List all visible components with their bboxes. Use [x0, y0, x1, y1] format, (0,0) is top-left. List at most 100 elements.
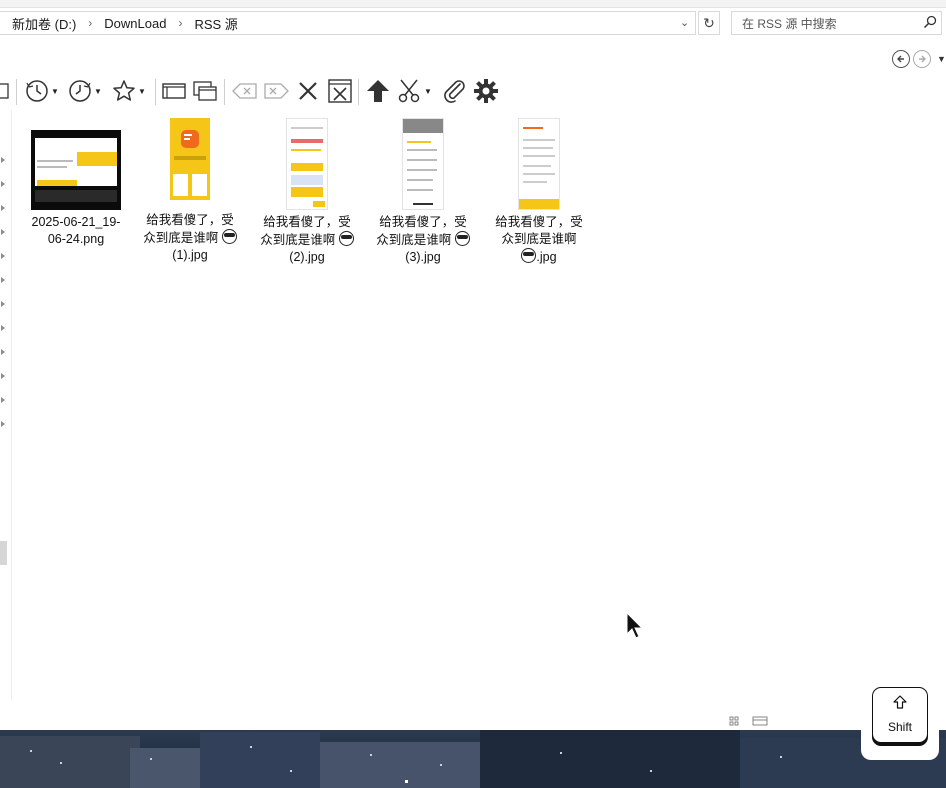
address-dropdown-chevron-icon[interactable]: ⌄ [680, 16, 689, 29]
checkbox-button[interactable] [0, 76, 10, 106]
file-thumbnail [31, 130, 121, 210]
delete-forward-button[interactable] [262, 76, 290, 106]
toolbar-separator [16, 79, 17, 105]
file-item[interactable]: 给我看傻了，受 众到底是谁啊 .jpg [484, 118, 594, 266]
tree-expand-icon[interactable] [1, 325, 5, 331]
sunglasses-emoji-icon [454, 231, 470, 246]
file-name-line: 给我看傻了，受 [146, 213, 234, 227]
file-item[interactable]: 给我看傻了，受 众到底是谁啊 (3).jpg [368, 118, 478, 266]
file-thumbnail [286, 118, 328, 210]
recent-button[interactable]: ▼ [24, 76, 59, 106]
breadcrumb-drive[interactable]: 新加卷 (D:) [9, 14, 79, 33]
file-name[interactable]: 给我看傻了，受 众到底是谁啊 .jpg [484, 214, 594, 266]
tree-expand-icon[interactable] [1, 253, 5, 259]
file-name-line: (2).jpg [289, 250, 325, 264]
arrow-right-icon [919, 55, 926, 63]
close-window-icon [328, 79, 352, 103]
navigation-tree[interactable] [0, 110, 12, 700]
file-name[interactable]: 给我看傻了，受 众到底是谁啊 (1).jpg [135, 212, 245, 264]
file-name-line: 2025-06-21_19- [31, 215, 121, 229]
favorites-dropdown-icon[interactable]: ▼ [138, 87, 146, 96]
file-thumbnail [518, 118, 560, 210]
history-dropdown-icon[interactable]: ▼ [94, 87, 102, 96]
recent-clock-icon [26, 80, 48, 102]
arrow-left-icon [897, 55, 904, 63]
view-mode-icons[interactable] [728, 716, 772, 726]
file-name[interactable]: 给我看傻了，受 众到底是谁啊 (3).jpg [368, 214, 478, 266]
key-overlay: Shift [861, 686, 939, 760]
file-name-line: 06-24.png [47, 232, 105, 246]
breadcrumb-download[interactable]: DownLoad [101, 16, 169, 31]
recent-dropdown-icon[interactable]: ▼ [51, 87, 59, 96]
cut-scissors-icon [398, 79, 420, 103]
file-thumbnail [170, 118, 210, 208]
history-button[interactable]: ▼ [67, 76, 102, 106]
sunglasses-emoji-icon [521, 248, 537, 263]
desktop-wallpaper [0, 730, 946, 788]
search-icon[interactable] [923, 15, 937, 32]
pane-icon [162, 83, 186, 99]
tree-expand-icon[interactable] [1, 397, 5, 403]
window-icon [193, 81, 217, 101]
favorite-star-icon [113, 80, 135, 101]
toolbar-separator [155, 79, 156, 105]
file-thumbnail [402, 118, 444, 210]
up-arrow-icon [367, 80, 389, 102]
favorites-button[interactable]: ▼ [111, 76, 146, 106]
tree-expand-icon[interactable] [1, 229, 5, 235]
up-folder-button[interactable] [365, 76, 391, 106]
settings-button[interactable] [473, 76, 499, 106]
file-name-line: (3).jpg [405, 250, 441, 264]
search-box[interactable] [731, 11, 942, 35]
cut-button[interactable]: ▼ [397, 76, 432, 106]
checkbox-icon [0, 83, 9, 99]
file-name[interactable]: 给我看傻了，受 众到底是谁啊 (2).jpg [252, 214, 362, 266]
preview-pane-button[interactable] [161, 76, 187, 106]
sunglasses-emoji-icon [338, 231, 354, 246]
title-bar-strip [0, 0, 946, 8]
tree-expand-icon[interactable] [1, 421, 5, 427]
tree-expand-icon[interactable] [1, 349, 5, 355]
file-name-line: 给我看傻了，受 [263, 215, 351, 229]
forward-button[interactable] [913, 50, 931, 68]
file-name[interactable]: 2025-06-21_19- 06-24.png [21, 214, 131, 248]
close-window-button[interactable] [327, 76, 353, 106]
breadcrumb-rss[interactable]: RSS 源 [191, 14, 240, 33]
address-bar[interactable]: 新加卷 (D:) › DownLoad › RSS 源 ⌄ [0, 11, 696, 35]
mouse-cursor-icon [626, 612, 644, 639]
refresh-button[interactable]: ↻ [698, 11, 720, 35]
tree-expand-icon[interactable] [1, 301, 5, 307]
nav-dropdown-icon[interactable]: ▼ [937, 54, 946, 64]
tree-scrollbar-thumb[interactable] [0, 541, 7, 565]
file-item[interactable]: 给我看傻了，受 众到底是谁啊 (2).jpg [252, 118, 362, 266]
file-name-line: 给我看傻了，受 [495, 215, 583, 229]
toolbar: ▼ ▼ ▼ ▼ [0, 76, 520, 108]
file-name-line: 众到底是谁啊 [376, 233, 452, 247]
file-item[interactable]: 给我看傻了，受 众到底是谁啊 (1).jpg [135, 118, 245, 264]
breadcrumb: 新加卷 (D:) › DownLoad › RSS 源 [9, 12, 241, 34]
shift-key: Shift [872, 687, 928, 743]
backspace-icon [232, 83, 257, 99]
search-input[interactable] [740, 14, 914, 34]
file-item[interactable]: 2025-06-21_19- 06-24.png [21, 118, 131, 248]
file-name-line: 给我看傻了，受 [379, 215, 467, 229]
back-button[interactable] [892, 50, 910, 68]
file-name-line: 众到底是谁啊 [501, 232, 577, 246]
attach-button[interactable] [441, 76, 467, 106]
close-button[interactable] [295, 76, 321, 106]
toolbar-separator [358, 79, 359, 105]
tree-expand-icon[interactable] [1, 205, 5, 211]
new-window-button[interactable] [192, 76, 218, 106]
close-icon [299, 82, 317, 100]
breadcrumb-chevron-icon[interactable]: › [169, 16, 191, 30]
tree-expand-icon[interactable] [1, 181, 5, 187]
backspace-button[interactable] [231, 76, 259, 106]
file-name-line: 众到底是谁啊 [260, 233, 336, 247]
sunglasses-emoji-icon [221, 229, 237, 244]
cut-dropdown-icon[interactable]: ▼ [424, 87, 432, 96]
breadcrumb-chevron-icon[interactable]: › [79, 16, 101, 30]
tree-expand-icon[interactable] [1, 373, 5, 379]
tree-expand-icon[interactable] [1, 277, 5, 283]
file-explorer-window: 新加卷 (D:) › DownLoad › RSS 源 ⌄ ↻ ▼ ▼ [0, 0, 946, 730]
tree-expand-icon[interactable] [1, 157, 5, 163]
